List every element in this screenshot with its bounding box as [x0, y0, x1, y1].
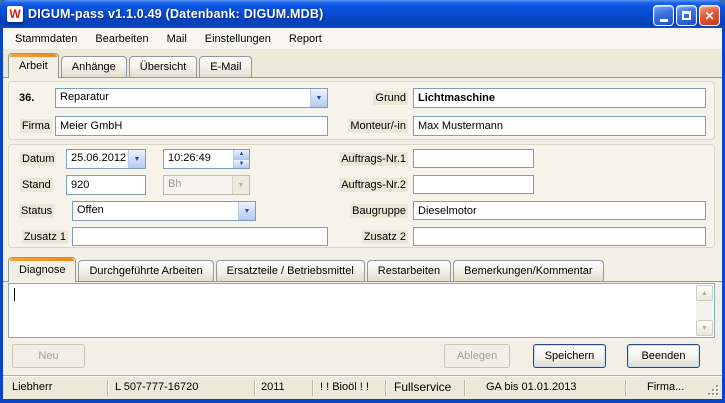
dropdown-button[interactable]: ▼	[128, 150, 145, 168]
dropdown-button: ▼	[232, 176, 249, 194]
status-value: Offen	[77, 204, 104, 216]
scroll-up-button[interactable]: ▲	[696, 285, 713, 301]
dropdown-button[interactable]: ▼	[310, 89, 327, 107]
dropdown-button[interactable]: ▼	[238, 202, 255, 220]
tab-durchgefuehrte-arbeiten[interactable]: Durchgeführte Arbeiten	[78, 260, 214, 281]
firma-label: Firma	[19, 119, 52, 133]
spin-down-button[interactable]: ▼	[234, 158, 249, 168]
tab-diagnose[interactable]: Diagnose	[8, 257, 77, 282]
stand-label: Stand	[20, 178, 53, 192]
chevron-up-icon: ▲	[701, 289, 708, 297]
close-icon: ✕	[704, 8, 715, 23]
status-segment-firma: Firma...	[647, 381, 685, 393]
baugruppe-field[interactable]	[413, 201, 706, 220]
status-divider	[254, 380, 255, 396]
chevron-down-icon: ▼	[238, 160, 245, 167]
tab-restarbeiten[interactable]: Restarbeiten	[366, 260, 452, 281]
chevron-down-icon: ▼	[701, 324, 708, 332]
chevron-down-icon: ▼	[315, 94, 323, 102]
app-icon[interactable]: W	[7, 6, 23, 22]
menubar: Stammdaten Bearbeiten Mail Einstellungen…	[3, 28, 722, 49]
chevron-up-icon: ▲	[238, 151, 245, 158]
status-divider	[312, 380, 313, 396]
zusatz1-field[interactable]	[72, 227, 328, 246]
arbeitstyp-value: Reparatur	[60, 91, 109, 103]
detail-tabstrip: Diagnose Durchgeführte Arbeiten Ersatzte…	[3, 253, 722, 282]
status-segment-serial: L 507-777-16720	[115, 381, 199, 393]
status-divider	[464, 380, 465, 396]
tab-bemerkungen-kommentar[interactable]: Bemerkungen/Kommentar	[453, 260, 604, 281]
record-number-label: 36.	[19, 92, 35, 104]
status-divider	[625, 380, 626, 396]
status-divider	[385, 380, 386, 396]
datum-value: 25.06.2012	[71, 152, 127, 164]
menu-item-report[interactable]: Report	[280, 30, 331, 48]
maximize-button[interactable]	[676, 5, 697, 26]
datum-label: Datum	[20, 152, 57, 166]
monteur-label: Monteur/-in	[348, 119, 408, 133]
menu-item-mail[interactable]: Mail	[158, 30, 196, 48]
neu-button[interactable]: Neu	[12, 344, 85, 368]
close-button[interactable]: ✕	[699, 5, 720, 26]
status-segment-service: Fullservice	[394, 380, 452, 394]
auftrag2-label: Auftrags-Nr.2	[339, 178, 408, 192]
tab-uebersicht[interactable]: Übersicht	[128, 56, 198, 77]
firma-field[interactable]	[55, 116, 328, 136]
grund-field[interactable]	[413, 88, 706, 108]
zusatz2-label: Zusatz 2	[361, 230, 408, 244]
ablegen-button[interactable]: Ablegen	[444, 344, 510, 368]
vertical-scrollbar[interactable]: ▲ ▼	[696, 285, 713, 336]
zeit-value: 10:26:49	[168, 152, 211, 164]
status-segment-machine: Liebherr	[12, 381, 53, 393]
statusbar: Liebherr L 507-777-16720 2011 ! ! Bioöl …	[3, 377, 722, 399]
scroll-down-button[interactable]: ▼	[696, 320, 713, 336]
speichern-button[interactable]: Speichern	[533, 344, 606, 368]
main-tabstrip: Arbeit Anhänge Übersicht E-Mail	[3, 49, 722, 78]
zeit-spinner[interactable]: 10:26:49 ▲ ▼	[163, 149, 250, 169]
datum-picker[interactable]: 25.06.2012 ▼	[66, 149, 146, 169]
stand-einheit-value: Bh	[168, 178, 182, 190]
maximize-icon	[682, 11, 691, 20]
auftrag2-field[interactable]	[413, 175, 534, 194]
status-segment-ga: GA bis 01.01.2013	[486, 381, 577, 393]
zusatz1-label: Zusatz 1	[21, 230, 68, 244]
stand-einheit-combo: Bh ▼	[163, 175, 250, 195]
minimize-button[interactable]	[653, 5, 674, 26]
menu-item-einstellungen[interactable]: Einstellungen	[196, 30, 280, 48]
titlebar[interactable]: W DIGUM-pass v1.1.0.49 (Datenbank: DIGUM…	[0, 0, 725, 28]
text-caret	[14, 288, 15, 301]
zusatz2-field[interactable]	[413, 227, 706, 246]
minimize-icon	[659, 18, 668, 22]
chevron-down-icon: ▼	[237, 181, 245, 189]
monteur-field[interactable]	[413, 116, 706, 136]
auftrag1-label: Auftrags-Nr.1	[339, 152, 408, 166]
status-label: Status	[19, 204, 55, 218]
stand-field[interactable]	[66, 175, 146, 195]
auftrag1-field[interactable]	[413, 149, 534, 168]
chevron-down-icon: ▼	[133, 155, 141, 163]
detail-tabpage-border	[3, 281, 722, 282]
menu-item-bearbeiten[interactable]: Bearbeiten	[86, 30, 157, 48]
status-segment-year: 2011	[261, 381, 285, 393]
app-window: W DIGUM-pass v1.1.0.49 (Datenbank: DIGUM…	[0, 0, 725, 403]
status-combo[interactable]: Offen ▼	[72, 201, 256, 221]
tab-ersatzteile-betriebsmittel[interactable]: Ersatzteile / Betriebsmittel	[215, 260, 365, 281]
beenden-button[interactable]: Beenden	[627, 344, 700, 368]
baugruppe-label: Baugruppe	[350, 204, 408, 218]
tab-arbeit[interactable]: Arbeit	[8, 53, 59, 78]
chevron-down-icon: ▼	[243, 207, 251, 215]
arbeitstyp-combo[interactable]: Reparatur ▼	[55, 88, 328, 108]
window-title: DIGUM-pass v1.1.0.49 (Datenbank: DIGUM.M…	[28, 7, 324, 21]
menu-item-stammdaten[interactable]: Stammdaten	[6, 30, 86, 48]
tab-anhaenge[interactable]: Anhänge	[60, 56, 127, 77]
tab-email[interactable]: E-Mail	[199, 56, 253, 77]
status-divider	[107, 380, 108, 396]
status-segment-biooel: ! ! Bioöl ! !	[320, 381, 369, 393]
resize-grip[interactable]	[707, 384, 720, 397]
spin-up-button[interactable]: ▲	[234, 150, 249, 159]
grund-label: Grund	[373, 91, 408, 105]
diagnose-textarea[interactable]: ▲ ▼	[8, 283, 715, 338]
